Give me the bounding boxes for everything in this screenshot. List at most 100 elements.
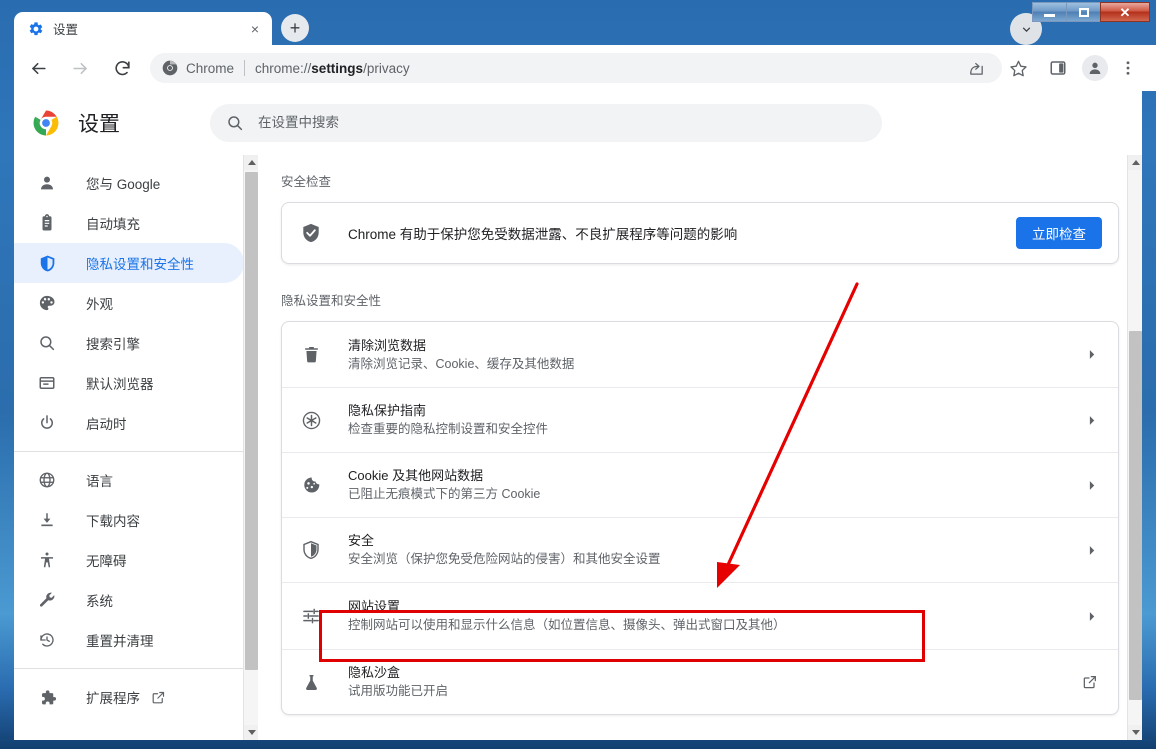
sidebar-item-appearance[interactable]: 外观	[14, 283, 244, 323]
gear-icon	[28, 21, 44, 37]
forward-button[interactable]	[66, 54, 94, 82]
trash-icon	[300, 344, 322, 366]
external-link-icon[interactable]	[151, 690, 166, 705]
settings-row-title: 隐私保护指南	[348, 403, 427, 418]
safety-check-description: Chrome 有助于保护您免受数据泄露、不良扩展程序等问题的影响	[348, 227, 738, 242]
sidebar-item-search-engine[interactable]: 搜索引擎	[14, 323, 244, 363]
main-scrollbar[interactable]	[1127, 155, 1142, 740]
back-button[interactable]	[24, 54, 52, 82]
sidebar-item-label: 下载内容	[86, 514, 140, 529]
settings-sidebar: 您与 Google 自动填充 隐私设置和安全性 外观 搜索引擎 默认浏览器 启动…	[14, 155, 259, 740]
sidebar-item-reset-and-cleanup[interactable]: 重置并清理	[14, 620, 244, 660]
search-input[interactable]	[258, 115, 866, 130]
side-panel-icon[interactable]	[1044, 54, 1072, 82]
triangle-up-icon	[1131, 160, 1140, 165]
privacy-section-label: 隐私设置和安全性	[281, 294, 382, 308]
chevron-right-icon[interactable]	[1085, 610, 1098, 623]
settings-row-cookies[interactable]: Cookie 及其他网站数据 已阻止无痕模式下的第三方 Cookie	[282, 452, 1118, 517]
sidebar-item-label: 启动时	[86, 417, 127, 432]
maximize-button[interactable]	[1066, 2, 1100, 22]
settings-row-privacy-guide[interactable]: 隐私保护指南 检查重要的隐私控制设置和安全控件	[282, 387, 1118, 452]
settings-row-text: 隐私保护指南 检查重要的隐私控制设置和安全控件	[348, 401, 1085, 439]
scrollbar-thumb[interactable]	[1129, 331, 1142, 700]
browser-window-icon	[37, 373, 57, 393]
scroll-down-button[interactable]	[244, 725, 259, 740]
sidebar-item-extensions[interactable]: 扩展程序	[14, 677, 244, 717]
url-suffix: /privacy	[363, 60, 410, 76]
sidebar-item-label: 语言	[86, 474, 113, 489]
scroll-up-button[interactable]	[244, 155, 259, 170]
clipboard-icon	[37, 213, 57, 233]
sidebar-item-label: 扩展程序	[86, 691, 140, 706]
sidebar-item-accessibility[interactable]: 无障碍	[14, 540, 244, 580]
settings-row-title: Cookie 及其他网站数据	[348, 468, 484, 483]
triangle-down-icon	[1131, 730, 1140, 735]
chevron-right-icon[interactable]	[1085, 479, 1098, 492]
share-icon[interactable]	[962, 54, 990, 82]
title-bar: 设置 × + ✕	[0, 0, 1156, 45]
settings-row-privacy-sandbox[interactable]: 隐私沙盒 试用版功能已开启	[282, 649, 1118, 714]
window-controls: ✕	[1032, 2, 1150, 24]
bookmark-star-icon[interactable]	[1004, 54, 1032, 82]
chrome-icon	[162, 60, 178, 76]
sidebar-item-label: 重置并清理	[86, 634, 154, 649]
minimize-icon	[1044, 13, 1055, 17]
close-icon[interactable]: ×	[246, 20, 264, 38]
shield-check-icon	[300, 222, 322, 244]
settings-row-subtitle: 检查重要的隐私控制设置和安全控件	[348, 422, 549, 436]
settings-row-subtitle: 已阻止无痕模式下的第三方 Cookie	[348, 487, 541, 501]
sidebar-item-on-startup[interactable]: 启动时	[14, 403, 244, 443]
tab-title: 设置	[53, 23, 79, 37]
tab-settings[interactable]: 设置 ×	[14, 12, 272, 45]
settings-row-title: 清除浏览数据	[348, 337, 427, 353]
settings-row-clear-browsing-data[interactable]: 清除浏览数据 清除浏览记录、Cookie、缓存及其他数据	[282, 322, 1118, 387]
sidebar-scrollbar[interactable]	[243, 155, 259, 740]
safety-check-section-label: 安全检查	[281, 175, 332, 189]
scrollbar-thumb[interactable]	[245, 172, 258, 670]
page-title: 设置	[78, 112, 120, 136]
shield-icon	[300, 539, 322, 561]
sidebar-item-label: 默认浏览器	[86, 377, 154, 392]
address-bar[interactable]: Chrome chrome://settings/privacy	[150, 53, 1002, 83]
sidebar-group-2: 语言 下载内容 无障碍 系统 重置并清理	[14, 451, 258, 668]
sidebar-item-autofill[interactable]: 自动填充	[14, 203, 244, 243]
chevron-right-icon[interactable]	[1085, 544, 1098, 557]
avatar[interactable]	[1082, 55, 1108, 81]
sidebar-item-label: 外观	[86, 297, 113, 312]
menu-icon[interactable]	[1114, 54, 1142, 82]
scroll-down-button[interactable]	[1128, 725, 1142, 740]
safety-check-card: Chrome 有助于保护您免受数据泄露、不良扩展程序等问题的影响 立即检查	[281, 202, 1119, 264]
flask-icon	[300, 671, 322, 693]
chevron-right-icon[interactable]	[1085, 348, 1098, 361]
reload-button[interactable]	[108, 54, 136, 82]
url-bold-segment: settings	[311, 60, 364, 76]
settings-row-security[interactable]: 安全 安全浏览（保护您免受危险网站的侵害）和其他安全设置	[282, 517, 1118, 582]
settings-main-content: 安全检查 Chrome 有助于保护您免受数据泄露、不良扩展程序等问题的影响 立即…	[258, 155, 1142, 740]
person-icon	[1089, 62, 1101, 74]
sidebar-item-default-browser[interactable]: 默认浏览器	[14, 363, 244, 403]
close-window-button[interactable]: ✕	[1100, 2, 1150, 22]
sidebar-item-privacy-and-security[interactable]: 隐私设置和安全性	[14, 243, 244, 283]
minimize-button[interactable]	[1032, 2, 1066, 22]
sidebar-item-system[interactable]: 系统	[14, 580, 244, 620]
cookie-icon	[300, 474, 322, 496]
globe-icon	[37, 470, 57, 490]
settings-body: 您与 Google 自动填充 隐私设置和安全性 外观 搜索引擎 默认浏览器 启动…	[14, 155, 1142, 740]
external-link-icon[interactable]	[1082, 674, 1098, 690]
sidebar-group-1: 您与 Google 自动填充 隐私设置和安全性 外观 搜索引擎 默认浏览器 启动…	[14, 163, 258, 451]
scroll-up-button[interactable]	[1128, 155, 1142, 170]
settings-search-box[interactable]	[210, 103, 882, 142]
new-tab-button[interactable]: +	[281, 14, 309, 42]
settings-row-site-settings[interactable]: 网站设置 控制网站可以使用和显示什么信息（如位置信息、摄像头、弹出式窗口及其他）	[282, 582, 1118, 649]
settings-page: 设置 您与 Google	[14, 91, 1142, 740]
arrow-right-icon	[72, 62, 87, 74]
sidebar-item-label: 搜索引擎	[86, 337, 140, 352]
sidebar-item-you-and-google[interactable]: 您与 Google	[14, 163, 244, 203]
accessibility-icon	[37, 550, 57, 570]
sidebar-item-downloads[interactable]: 下载内容	[14, 500, 244, 540]
sidebar-item-label: 自动填充	[86, 217, 140, 232]
check-now-button[interactable]: 立即检查	[1016, 217, 1102, 249]
chrome-logo	[33, 110, 59, 136]
chevron-right-icon[interactable]	[1085, 414, 1098, 427]
sidebar-item-languages[interactable]: 语言	[14, 460, 244, 500]
